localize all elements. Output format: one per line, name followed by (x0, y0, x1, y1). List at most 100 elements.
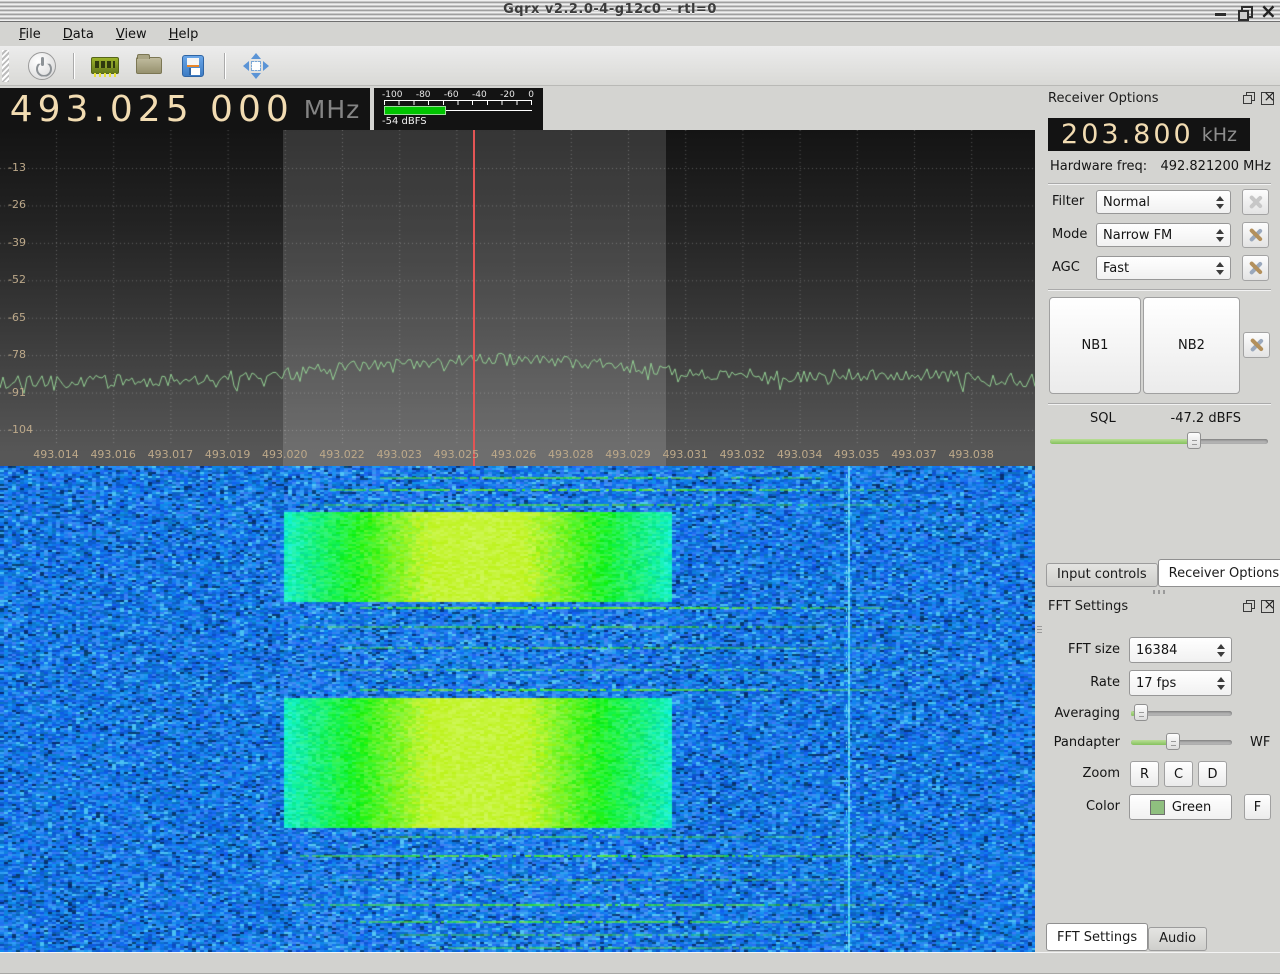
dock-close-icon[interactable] (1261, 600, 1274, 613)
offset-frequency-unit: kHz (1202, 124, 1237, 146)
hardware-freq-row: Hardware freq: 492.821200 MHz (1050, 159, 1271, 174)
dock-close-icon[interactable] (1261, 92, 1274, 105)
zoom-demod-button[interactable]: D (1198, 761, 1227, 787)
spinner-arrows-icon[interactable] (1217, 677, 1225, 690)
panadapter-spectrum[interactable]: -13-26-39-52-65-78-91-104 493.014493.016… (0, 130, 1035, 466)
rate-select[interactable]: 17 fps (1129, 670, 1232, 696)
db-tick-label: -78 (8, 348, 26, 361)
db-tick-label: -65 (8, 311, 26, 324)
pan-center-button[interactable] (239, 50, 273, 82)
title-bar[interactable]: Gqrx v2.2.0-4-g12c0 - rtl=0 (0, 0, 1280, 22)
status-bar (0, 952, 1280, 974)
filter-value: Normal (1103, 195, 1212, 210)
close-icon[interactable] (1259, 4, 1274, 19)
meter-tick-label: -60 (444, 90, 459, 100)
tab-receiver-options[interactable]: Receiver Options (1158, 559, 1280, 587)
dock-float-icon[interactable] (1243, 92, 1256, 105)
freq-tick-label: 493.014 (33, 448, 79, 461)
zoom-label: Zoom (1045, 766, 1120, 781)
right-dock-panel: Receiver Options 203.800 kHz Hardware fr… (1045, 86, 1280, 952)
tuning-frequency-line[interactable] (473, 130, 475, 466)
averaging-slider[interactable] (1131, 704, 1232, 721)
dock-float-icon[interactable] (1243, 600, 1256, 613)
fft-size-select[interactable]: 16384 (1129, 637, 1232, 663)
agc-tool-button[interactable] (1242, 255, 1269, 281)
sql-label: SQL (1090, 411, 1116, 426)
agc-select[interactable]: Fast (1096, 256, 1231, 280)
color-label: Color (1045, 799, 1120, 814)
fill-toggle-button[interactable]: F (1244, 794, 1271, 820)
slider-handle[interactable] (1134, 704, 1148, 721)
mode-tool-button[interactable] (1242, 222, 1269, 248)
waterfall-display[interactable] (0, 466, 1035, 952)
freq-tick-label: 493.035 (834, 448, 880, 461)
color-select[interactable]: Green (1129, 794, 1232, 820)
open-file-button[interactable] (132, 50, 166, 82)
meter-tick-label: -100 (382, 90, 402, 100)
save-file-button[interactable] (176, 50, 210, 82)
spinner-arrows-icon[interactable] (1216, 262, 1224, 275)
restore-icon[interactable] (1236, 4, 1251, 19)
zoom-reset-button[interactable]: R (1130, 761, 1159, 787)
vertical-splitter[interactable] (1035, 86, 1045, 952)
sql-value: -47.2 dBFS (1157, 411, 1241, 426)
frequency-value[interactable]: 493.025 000 (10, 89, 294, 130)
nb2-label: NB2 (1178, 338, 1205, 353)
freq-tick-label: 493.022 (319, 448, 365, 461)
power-button[interactable] (25, 50, 59, 82)
spinner-arrows-icon[interactable] (1217, 644, 1225, 657)
freq-tick-label: 493.031 (662, 448, 708, 461)
rate-label: Rate (1045, 675, 1120, 690)
slider-handle[interactable] (1166, 733, 1180, 750)
toolbar-separator (224, 53, 225, 79)
splitter-handle[interactable] (1153, 590, 1167, 594)
spinner-arrows-icon[interactable] (1216, 229, 1224, 242)
meter-level-fill (384, 106, 446, 115)
fft-settings-title: FFT Settings (1048, 599, 1128, 614)
filter-label: Filter (1052, 194, 1084, 209)
filter-select[interactable]: Normal (1096, 190, 1231, 214)
io-devices-button[interactable] (88, 50, 122, 82)
fft-size-label: FFT size (1045, 642, 1120, 657)
offset-frequency-display[interactable]: 203.800 kHz (1048, 118, 1250, 151)
nb-tool-button[interactable] (1243, 332, 1270, 358)
zoom-center-button[interactable]: C (1164, 761, 1193, 787)
menu-help[interactable]: Help (158, 24, 210, 45)
freq-tick-label: 493.019 (205, 448, 251, 461)
tab-input-controls[interactable]: Input controls (1046, 563, 1158, 587)
spectrum-canvas[interactable] (0, 130, 1035, 466)
tab-audio[interactable]: Audio (1148, 927, 1207, 951)
meter-tick-label: -40 (472, 90, 487, 100)
pandapter-slider[interactable] (1131, 733, 1232, 750)
folder-icon (136, 57, 162, 74)
db-tick-label: -26 (8, 198, 26, 211)
nb2-button[interactable]: NB2 (1143, 297, 1240, 394)
nb1-button[interactable]: NB1 (1049, 297, 1141, 394)
db-tick-label: -39 (8, 236, 26, 249)
mode-select[interactable]: Narrow FM (1096, 223, 1231, 247)
toolbar (0, 46, 1280, 86)
floppy-disk-icon (182, 55, 204, 77)
minimize-icon[interactable] (1213, 4, 1228, 19)
sql-slider[interactable] (1050, 432, 1268, 449)
signal-strength-meter: -100-80-60-40-200 -54 dBFS (374, 88, 543, 130)
mode-label: Mode (1052, 227, 1087, 242)
mode-value: Narrow FM (1103, 228, 1212, 243)
f-button-label: F (1254, 800, 1261, 815)
freq-tick-label: 493.025 (434, 448, 480, 461)
divider (1048, 289, 1271, 290)
offset-frequency-value[interactable]: 203.800 (1061, 119, 1194, 150)
menu-view[interactable]: View (105, 24, 158, 45)
spinner-arrows-icon[interactable] (1216, 196, 1224, 209)
hardware-freq-value: 492.821200 MHz (1160, 159, 1271, 174)
divider (1048, 183, 1271, 184)
toolbar-grip[interactable] (2, 50, 9, 82)
menu-file[interactable]: File (8, 24, 52, 45)
meter-tick-labels: -100-80-60-40-200 (382, 90, 534, 100)
tab-fft-settings[interactable]: FFT Settings (1046, 923, 1148, 951)
frequency-display[interactable]: 493.025 000 MHz (0, 88, 370, 130)
menu-data[interactable]: Data (52, 24, 105, 45)
slider-handle[interactable] (1187, 432, 1201, 449)
pandapter-label: Pandapter (1045, 735, 1120, 750)
zoom-d-label: D (1207, 767, 1217, 782)
